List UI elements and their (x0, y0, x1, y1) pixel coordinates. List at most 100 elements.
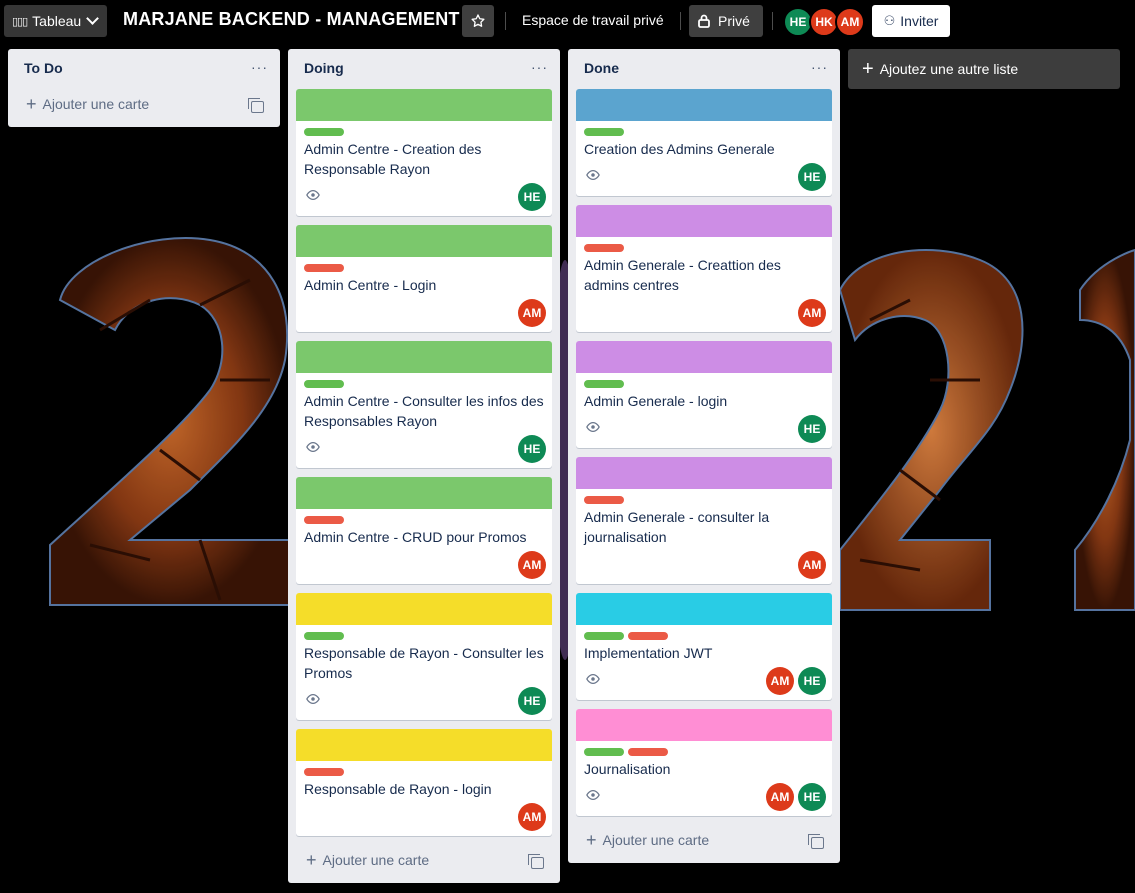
lock-icon (698, 14, 710, 28)
card[interactable]: Admin Generale - consulter la journalisa… (576, 457, 832, 584)
card-labels (304, 516, 344, 524)
view-switcher-button[interactable]: ▯▯▯ Tableau (4, 5, 107, 37)
label-green (304, 632, 344, 640)
card-labels (304, 768, 344, 776)
card[interactable]: Implementation JWT AM HE (576, 593, 832, 700)
star-board-button[interactable] (462, 5, 494, 37)
plus-icon: + (26, 94, 37, 114)
member-avatar[interactable]: AM (835, 7, 865, 37)
card[interactable]: Responsable de Rayon - login AM (296, 729, 552, 836)
card-title: Admin Centre - CRUD pour Promos (304, 529, 527, 545)
label-green (304, 380, 344, 388)
label-red (584, 496, 624, 504)
list-title[interactable]: Done (584, 60, 619, 76)
card-labels (304, 380, 344, 388)
header-divider (505, 12, 506, 30)
watching-eye-icon (306, 189, 320, 201)
card-member-avatar[interactable]: HE (798, 415, 826, 443)
card-member-avatar[interactable]: AM (518, 299, 546, 327)
card-member-avatar[interactable]: HE (798, 163, 826, 191)
invite-button[interactable]: ⚇ Inviter (872, 5, 950, 37)
card-member-avatar[interactable]: HE (798, 783, 826, 811)
label-red (304, 264, 344, 272)
label-green (584, 748, 624, 756)
card-labels (584, 380, 624, 388)
card-title: Admin Centre - Login (304, 277, 437, 293)
card-cover (576, 205, 832, 237)
chevron-down-icon (86, 12, 99, 25)
add-list-button[interactable]: + Ajoutez une autre liste (848, 49, 1120, 89)
list-menu-icon[interactable]: ··· (531, 59, 548, 75)
add-card-button[interactable]: + Ajouter une carte (26, 94, 150, 114)
card-title: Creation des Admins Generale (584, 141, 775, 157)
watching-eye-icon (586, 673, 600, 685)
plus-icon: + (586, 830, 597, 850)
list-menu-icon[interactable]: ··· (251, 59, 268, 75)
card[interactable]: Admin Centre - Login AM (296, 225, 552, 332)
card-cover (296, 341, 552, 373)
card-cover (576, 341, 832, 373)
board-view-icon: ▯▯▯ (12, 15, 28, 28)
add-card-button[interactable]: + Ajouter une carte (306, 850, 430, 870)
add-card-label: Ajouter une carte (322, 852, 430, 868)
list-doing: Doing ··· Admin Centre - Creation des Re… (288, 49, 560, 883)
card-template-icon[interactable] (528, 854, 544, 869)
card-labels (584, 128, 624, 136)
card-title: Admin Generale - login (584, 393, 728, 409)
card[interactable]: Admin Centre - Creation des Responsable … (296, 89, 552, 216)
label-red (628, 632, 668, 640)
card-member-avatar[interactable]: AM (798, 551, 826, 579)
list-title[interactable]: Doing (304, 60, 344, 76)
header-divider (680, 12, 681, 30)
card-member-avatar[interactable]: HE (518, 687, 546, 715)
card-labels (584, 748, 668, 756)
card[interactable]: Creation des Admins Generale HE (576, 89, 832, 196)
card[interactable]: Journalisation AM HE (576, 709, 832, 816)
add-card-button[interactable]: + Ajouter une carte (586, 830, 709, 850)
header-divider (772, 12, 773, 30)
watching-eye-icon (586, 421, 600, 433)
board-title[interactable]: MARJANE BACKEND - MANAGEMENT (123, 9, 460, 30)
card-cover (296, 225, 552, 257)
label-red (304, 768, 344, 776)
card-member-avatar[interactable]: AM (518, 803, 546, 831)
card-member-avatar[interactable]: AM (518, 551, 546, 579)
card-template-icon[interactable] (808, 834, 824, 849)
card-labels (304, 128, 344, 136)
visibility-label: Privé (718, 13, 750, 29)
workspace-link[interactable]: Espace de travail privé (522, 12, 664, 28)
card-member-avatar[interactable]: HE (798, 667, 826, 695)
card-member-avatar[interactable]: AM (766, 783, 794, 811)
card-cover (576, 593, 832, 625)
card-title: Responsable de Rayon - Consulter les Pro… (304, 645, 544, 681)
card-cover (576, 457, 832, 489)
card-member-avatar[interactable]: HE (518, 435, 546, 463)
card-title: Admin Centre - Creation des Responsable … (304, 141, 482, 177)
label-red (584, 244, 624, 252)
board-header: ▯▯▯ Tableau MARJANE BACKEND - MANAGEMENT… (0, 0, 1135, 42)
invite-label: Inviter (900, 13, 939, 29)
plus-icon: + (862, 58, 874, 80)
watching-eye-icon (306, 693, 320, 705)
card-member-avatar[interactable]: AM (798, 299, 826, 327)
card-member-avatar[interactable]: HE (518, 183, 546, 211)
list-menu-icon[interactable]: ··· (811, 59, 828, 75)
card[interactable]: Admin Generale - Creattion des admins ce… (576, 205, 832, 332)
card-labels (584, 244, 624, 252)
card-title: Implementation JWT (584, 645, 713, 661)
add-card-label: Ajouter une carte (42, 96, 150, 112)
watching-eye-icon (586, 789, 600, 801)
visibility-button[interactable]: Privé (689, 5, 763, 37)
card-template-icon[interactable] (248, 98, 264, 113)
card-cover (576, 89, 832, 121)
card[interactable]: Responsable de Rayon - Consulter les Pro… (296, 593, 552, 720)
card[interactable]: Admin Generale - login HE (576, 341, 832, 448)
card-cover (296, 729, 552, 761)
card[interactable]: Admin Centre - CRUD pour Promos AM (296, 477, 552, 584)
add-member-icon: ⚇ (883, 13, 896, 28)
list-title[interactable]: To Do (24, 60, 63, 76)
card[interactable]: Admin Centre - Consulter les infos des R… (296, 341, 552, 468)
card-member-avatar[interactable]: AM (766, 667, 794, 695)
plus-icon: + (306, 850, 317, 870)
card-labels (584, 632, 668, 640)
